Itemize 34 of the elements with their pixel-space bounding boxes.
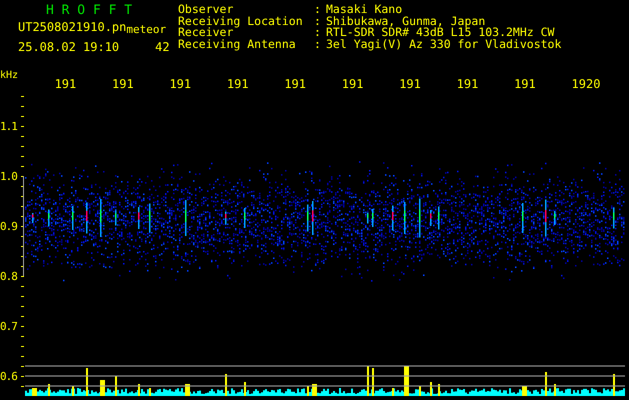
frequency-label: 0.9 [0,220,17,233]
count-label: 42 [155,40,170,54]
info-label: Receiving Location [178,16,304,27]
time-label: 191 [284,78,308,91]
time-label: 191 [342,78,364,91]
file-name: UT2508021910.pn [18,20,126,34]
info-value: Shibukawa, Gunma, Japan [326,16,486,27]
separator-text: : [314,38,322,50]
frequency-label: 0.8 [0,270,17,283]
time-label: 191 [456,78,480,91]
time-label: 191 [226,78,250,91]
tag-label: meteor [126,23,166,37]
frequency-label: 0.6 [0,370,17,383]
info-value: Masaki Kano [326,4,402,16]
time-label: 191 [169,78,192,91]
frequency-label: 1.0 [0,170,17,183]
info-value: 3el Yagi(V) Az 330 for Vladivostok [326,38,562,50]
info-label: Receiving Antenna [178,38,297,50]
unit-label: kHz [0,70,20,81]
info-value: RTL-SDR SDR# 43dB L15 103.2MHz CW [326,27,554,38]
separator-text: : [314,27,322,38]
frequency-label: 0.7 [0,320,17,333]
info-label: Receiver [178,27,234,38]
time-label: 191 [54,78,78,91]
info-label: Observer [178,4,234,16]
app-title: H R O F F T [45,4,134,17]
separator-text: : [314,4,322,16]
timestamp: 25.08.02 19:10 [18,40,120,54]
frequency-label: 1.1 [0,120,17,133]
time-label: 1920 [572,78,602,91]
time-label: 191 [514,78,537,91]
time-label: 191 [399,78,422,91]
separator-text: : [314,16,322,27]
time-label: 191 [112,78,135,91]
